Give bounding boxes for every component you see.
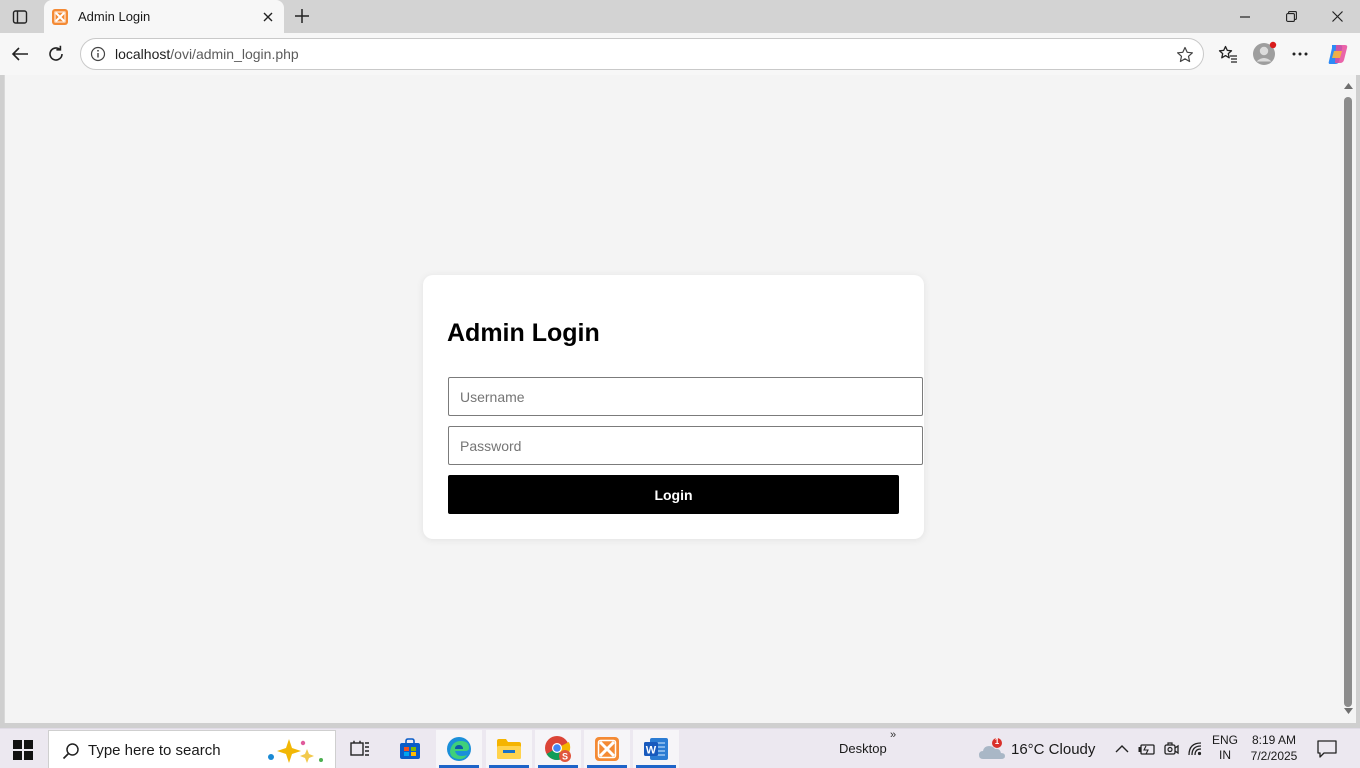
copilot-icon [1328,45,1348,64]
clock-time: 8:19 AM [1251,733,1297,747]
wifi-icon [1188,742,1202,756]
battery-icon [1138,744,1155,755]
store-icon [400,738,420,759]
tab-actions-button[interactable] [8,6,32,28]
login-card: Admin Login Login [423,275,924,539]
wifi-tray-icon[interactable] [1186,739,1206,759]
file-explorer-button[interactable] [486,730,532,768]
scroll-down-arrow[interactable] [1343,706,1353,716]
windows-start-icon [13,740,33,760]
tab-close-button[interactable] [258,7,278,27]
browser-toolbar: localhost/ovi/admin_login.php [0,33,1360,75]
task-view-button[interactable] [337,730,383,768]
restore-icon [1285,11,1297,22]
toolbar-overflow-chevron[interactable]: » [890,729,896,741]
show-hidden-icons-button[interactable] [1112,739,1132,759]
svg-text:S: S [562,752,568,762]
tab-admin-login[interactable]: Admin Login [44,0,284,33]
chrome-icon: S [545,736,571,762]
favorites-button[interactable] [1214,40,1242,68]
star-icon [1177,46,1193,63]
reload-icon [49,45,63,61]
taskbar-clock[interactable]: 8:19 AM 7/2/2025 [1248,732,1300,764]
more-icon [1292,52,1308,56]
favorites-icon [1218,45,1237,63]
notification-icon [1317,740,1337,758]
chevron-up-icon [1115,745,1129,753]
edge-icon [447,737,471,761]
cloud-icon [979,738,1005,759]
meet-now-tray-icon[interactable] [1161,739,1181,759]
search-placeholder: Type here to search [88,742,221,759]
page-viewport: Admin Login Login [4,75,1340,723]
minimize-button[interactable] [1222,0,1268,33]
username-field[interactable] [448,377,923,416]
xampp-icon [595,737,619,761]
profile-button[interactable] [1250,40,1278,68]
notification-center-button[interactable] [1316,739,1338,759]
profile-icon [1253,41,1277,65]
username-input[interactable] [449,378,922,415]
tab-actions-icon [12,10,28,24]
vertical-scrollbar[interactable] [1340,75,1356,723]
settings-more-button[interactable] [1286,40,1314,68]
password-input[interactable] [449,427,922,464]
file-explorer-icon [497,739,521,759]
url-path: /ovi/admin_login.php [170,46,299,62]
edge-taskbar-button[interactable] [436,730,482,768]
copilot-button[interactable] [1324,40,1352,68]
close-window-button[interactable] [1314,0,1360,33]
meet-icon [1164,742,1179,755]
reload-button[interactable] [42,40,70,68]
chrome-taskbar-button[interactable]: S [535,730,581,768]
favorite-star-button[interactable] [1175,45,1195,65]
back-button[interactable] [6,40,34,68]
language-code: ENG [1212,733,1239,747]
microsoft-store-button[interactable] [387,730,433,768]
xampp-taskbar-button[interactable] [584,730,630,768]
close-icon [263,12,273,21]
language-indicator[interactable]: ENG IN [1212,733,1238,763]
login-button[interactable]: Login [448,475,899,514]
word-taskbar-button[interactable]: W [633,730,679,768]
weather-widget[interactable]: 1 16°C Cloudy [978,737,1098,763]
sparkle-icon [268,739,323,763]
language-region: IN [1219,748,1231,762]
start-button[interactable] [12,739,34,761]
svg-text:W: W [646,745,657,757]
word-icon: W [644,738,668,760]
weather-badge-count: 1 [994,737,1000,746]
task-view-icon [350,740,369,756]
desktop-toolbar-label[interactable]: Desktop [839,741,887,756]
plus-icon [295,9,309,23]
search-icon [61,741,81,761]
url-text[interactable]: localhost/ovi/admin_login.php [115,46,299,62]
close-icon [1331,11,1343,22]
new-tab-button[interactable] [290,5,314,27]
back-arrow-icon [11,47,28,61]
password-field[interactable] [448,426,923,465]
xampp-favicon [52,8,68,25]
restore-button[interactable] [1268,0,1314,33]
info-icon[interactable] [90,46,106,62]
url-host: localhost [115,46,171,62]
login-heading: Admin Login [447,319,600,347]
clock-date: 7/2/2025 [1250,749,1298,763]
scroll-thumb[interactable] [1344,97,1352,707]
windows-taskbar: Type here to search S W Desktop » 1 16°C… [0,728,1360,768]
taskbar-search[interactable]: Type here to search [48,730,336,768]
browser-tab-bar: Admin Login [0,0,1360,33]
address-bar[interactable]: localhost/ovi/admin_login.php [80,38,1204,70]
scroll-up-arrow[interactable] [1343,81,1353,91]
minimize-icon [1240,15,1250,18]
tab-title: Admin Login [78,9,151,24]
battery-tray-icon[interactable] [1137,739,1157,759]
weather-text: 16°C Cloudy [1011,741,1096,758]
